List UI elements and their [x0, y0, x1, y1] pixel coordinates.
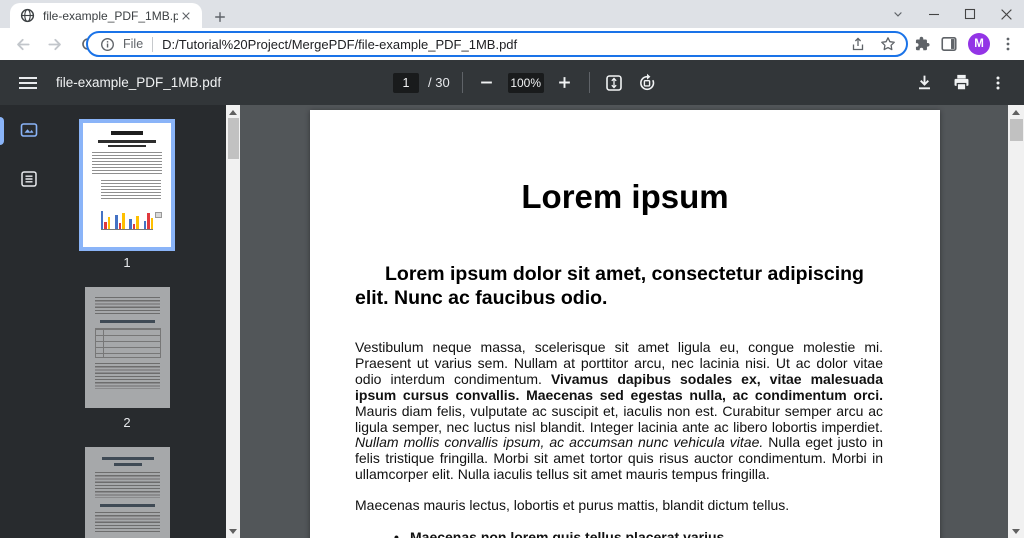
document-paragraph-1: Vestibulum neque massa, scelerisque sit … [355, 340, 883, 483]
zoom-in-icon[interactable] [553, 71, 577, 95]
pdf-more-kebab-icon[interactable] [986, 71, 1010, 95]
pdf-page-zoom-controls: / 30 100% [393, 60, 659, 105]
thumb3-heading-line [114, 463, 142, 466]
omnibox-divider [152, 37, 153, 52]
fit-to-page-icon[interactable] [602, 71, 626, 95]
browser-menu-kebab-icon[interactable] [1000, 36, 1016, 52]
scroll-up-icon[interactable] [226, 105, 240, 119]
thumb1-mini-bar-chart [101, 204, 153, 230]
document-outline-icon[interactable] [17, 167, 41, 191]
thumbnail-page-2[interactable] [85, 287, 170, 408]
selected-view-indicator [0, 117, 4, 145]
navigation-buttons [0, 32, 100, 56]
toolbar-separator [462, 72, 463, 93]
pdf-main-view: Lorem ipsum Lorem ipsum dolor sit amet, … [240, 105, 1024, 538]
new-tab-button[interactable] [208, 5, 232, 29]
site-info-icon[interactable] [100, 37, 115, 52]
viewer-icon-strip [0, 105, 56, 538]
share-icon[interactable] [850, 36, 866, 52]
page-count-label: / 30 [428, 75, 450, 90]
tab-title: file-example_PDF_1MB.pdf [43, 9, 178, 23]
browser-actions: M [912, 28, 1016, 60]
zoom-out-icon[interactable] [475, 71, 499, 95]
scrollbar-thumb[interactable] [228, 118, 239, 159]
tab-close-icon[interactable] [178, 8, 194, 24]
extensions-puzzle-icon[interactable] [912, 35, 930, 53]
pdf-menu-hamburger-icon[interactable] [8, 63, 48, 103]
page-number-input[interactable] [393, 73, 419, 93]
thumb1-subtitle-line [98, 140, 156, 143]
address-bar[interactable]: File D:/Tutorial%20Project/MergePDF/file… [86, 31, 908, 57]
scroll-up-icon[interactable] [1008, 105, 1024, 119]
forward-icon[interactable] [43, 32, 67, 56]
print-icon[interactable] [949, 71, 973, 95]
thumbnail-scrollbar[interactable] [226, 105, 240, 538]
side-panel-icon[interactable] [940, 35, 958, 53]
thumb1-paragraph-lines [92, 152, 162, 176]
thumbnails-view-icon[interactable] [17, 118, 41, 142]
pdf-document-title: file-example_PDF_1MB.pdf [56, 75, 221, 90]
thumb1-bullet-lines [101, 180, 161, 200]
thumb3-heading-line [102, 457, 154, 460]
thumb3-paragraph-lines [95, 472, 160, 498]
pdf-content-area: 1 2 Lorem ipsum Lorem ipsum dolor sit [0, 105, 1024, 538]
pdf-toolbar: file-example_PDF_1MB.pdf / 30 100% [0, 60, 1024, 105]
thumbnail-1-page-number: 1 [79, 255, 175, 270]
paragraph-segment-italic: Nullam mollis convallis ipsum, ac accums… [355, 434, 763, 450]
thumb1-chart-legend [155, 212, 162, 218]
rotate-icon[interactable] [635, 71, 659, 95]
window-controls [880, 0, 1024, 28]
toolbar-separator [589, 72, 590, 93]
close-window-button[interactable] [988, 0, 1024, 28]
url-scheme-label: File [123, 37, 143, 51]
thumbnail-2-page-number: 2 [79, 415, 175, 430]
tab-strip: file-example_PDF_1MB.pdf [0, 0, 1024, 28]
document-heading: Lorem ipsum [310, 178, 940, 216]
browser-toolbar: File D:/Tutorial%20Project/MergePDF/file… [0, 28, 1024, 60]
thumb3-subheading-line [100, 504, 155, 507]
scroll-down-icon[interactable] [1008, 524, 1024, 538]
hamburger-lines [19, 74, 37, 92]
document-subheading: Lorem ipsum dolor sit amet, consectetur … [355, 262, 882, 310]
bookmark-star-icon[interactable] [880, 36, 896, 52]
thumbnail-page-3[interactable] [85, 447, 170, 538]
scrollbar-thumb[interactable] [1010, 119, 1023, 141]
thumb1-title-line [111, 131, 143, 135]
thumb3-paragraph-lines [95, 512, 160, 532]
zoom-level-value[interactable]: 100% [508, 73, 544, 93]
url-text: D:/Tutorial%20Project/MergePDF/file-exam… [162, 37, 842, 52]
download-icon[interactable] [912, 71, 936, 95]
pdf-page-1: Lorem ipsum Lorem ipsum dolor sit amet, … [310, 110, 940, 538]
browser-tab[interactable]: file-example_PDF_1MB.pdf [10, 3, 202, 28]
thumb2-paragraph-lines [95, 297, 160, 315]
thumbnail-panel: 1 2 [56, 105, 240, 538]
thumb2-paragraph-lines [95, 363, 160, 389]
thumb2-table-sketch [95, 328, 161, 358]
paragraph-segment: Mauris diam felis, vulputate ac suscipit… [355, 403, 883, 435]
minimize-button[interactable] [916, 0, 952, 28]
thumb1-subtitle-line [108, 145, 146, 148]
document-bullet-item: Maecenas non lorem quis tellus placerat … [410, 529, 883, 538]
scroll-down-icon[interactable] [226, 524, 240, 538]
tab-search-chevron-icon[interactable] [880, 0, 916, 28]
omnibox-actions [850, 36, 896, 52]
thumb2-heading-line [100, 320, 155, 323]
back-icon[interactable] [10, 32, 34, 56]
tab-favicon-globe-icon [20, 8, 35, 23]
document-paragraph-2: Maecenas mauris lectus, lobortis et puru… [355, 498, 883, 514]
document-scrollbar[interactable] [1008, 105, 1024, 538]
maximize-button[interactable] [952, 0, 988, 28]
thumbnail-page-1[interactable] [79, 119, 175, 251]
pdf-action-buttons [912, 60, 1010, 105]
profile-avatar[interactable]: M [968, 33, 990, 55]
